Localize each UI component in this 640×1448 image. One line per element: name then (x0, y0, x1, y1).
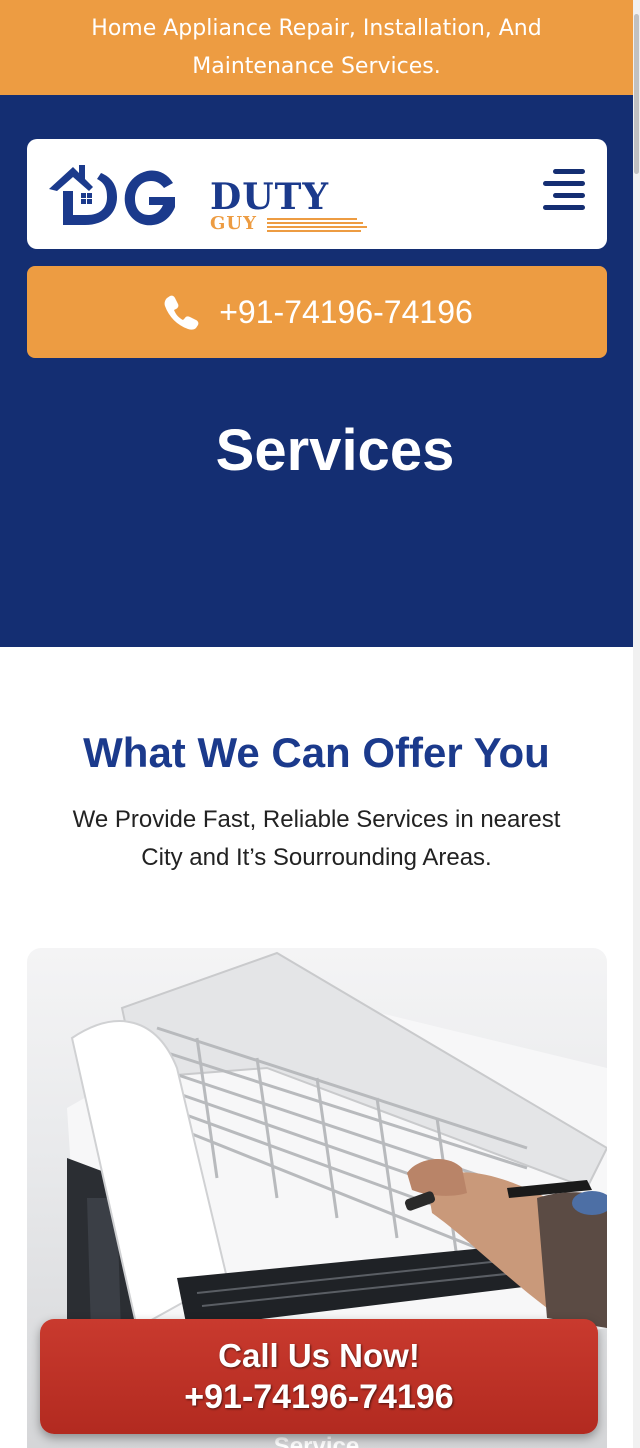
service-card-label: Service (273, 1433, 360, 1448)
page-scrollbar[interactable] (633, 0, 640, 1448)
call-now-line1: Call Us Now! (218, 1336, 420, 1374)
logo-text-duty: DUTY (210, 176, 330, 218)
scrollbar-thumb[interactable] (634, 14, 639, 174)
logo-mark-icon (49, 165, 175, 226)
phone-icon (164, 295, 199, 330)
logo-speed-lines-icon (267, 218, 367, 232)
section-subtitle: We Provide Fast, Reliable Services in ne… (72, 806, 561, 871)
hamburger-menu-icon (543, 169, 585, 210)
site-header: DUTY GUY (27, 139, 607, 249)
call-now-line2: +91-74196-74196 (184, 1377, 454, 1416)
section-title: What We Can Offer You (83, 729, 550, 776)
call-now-button[interactable]: Call Us Now! +91-74196-74196 (40, 1319, 598, 1434)
header-phone-button[interactable]: +91-74196-74196 (27, 266, 607, 358)
logo-text-guy: GUY (210, 213, 257, 234)
menu-button[interactable] (541, 167, 587, 213)
top-announcement-bar: Home Appliance Repair, Installation, And… (0, 0, 633, 95)
site-logo[interactable]: DUTY GUY (45, 155, 367, 234)
header-phone-label: +91-74196-74196 (219, 293, 473, 330)
page-title: Services (215, 418, 455, 483)
announcement-text: Home Appliance Repair, Installation, And… (91, 15, 542, 79)
